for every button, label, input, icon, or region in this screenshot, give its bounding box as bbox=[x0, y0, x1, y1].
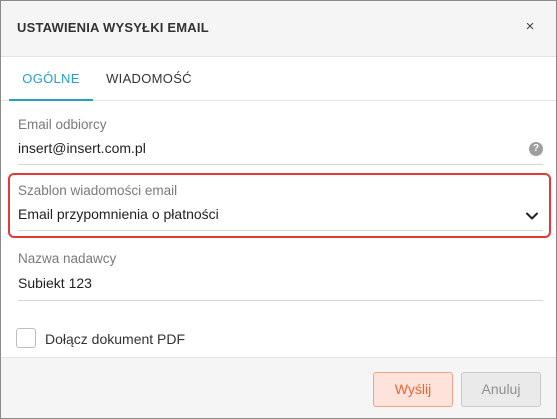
dialog-footer: Wyślij Anuluj bbox=[1, 357, 556, 418]
recipient-email-field[interactable]: Email odbiorcy insert@insert.com.pl ? bbox=[18, 117, 543, 165]
email-settings-dialog: USTAWIENIA WYSYŁKI EMAIL × OGÓLNE WIADOM… bbox=[0, 0, 557, 419]
recipient-email-label: Email odbiorcy bbox=[18, 117, 107, 132]
sender-name-field[interactable]: Nazwa nadawcy Subiekt 123 bbox=[18, 251, 543, 301]
recipient-email-underline bbox=[18, 164, 543, 165]
template-select-field[interactable]: Szablon wiadomości email Email przypomni… bbox=[18, 183, 543, 233]
dialog-title: USTAWIENIA WYSYŁKI EMAIL bbox=[17, 20, 209, 35]
dialog-header: USTAWIENIA WYSYŁKI EMAIL × bbox=[1, 1, 556, 57]
template-select-label: Szablon wiadomości email bbox=[18, 183, 178, 198]
recipient-email-input[interactable]: insert@insert.com.pl bbox=[18, 140, 146, 156]
chevron-down-icon[interactable] bbox=[525, 209, 539, 223]
tab-message[interactable]: WIADOMOŚĆ bbox=[97, 57, 201, 101]
sender-name-label: Nazwa nadawcy bbox=[18, 251, 117, 266]
sender-name-underline bbox=[18, 300, 543, 301]
close-icon[interactable]: × bbox=[520, 17, 540, 37]
help-icon[interactable]: ? bbox=[529, 142, 543, 156]
template-select-value[interactable]: Email przypomnienia o płatności bbox=[18, 206, 219, 222]
cancel-button[interactable]: Anuluj bbox=[461, 372, 541, 407]
tab-general[interactable]: OGÓLNE bbox=[9, 57, 93, 101]
attach-pdf-label[interactable]: Dołącz dokument PDF bbox=[45, 331, 185, 347]
tab-bar: OGÓLNE WIADOMOŚĆ bbox=[1, 57, 556, 101]
send-button[interactable]: Wyślij bbox=[373, 372, 453, 407]
sender-name-input[interactable]: Subiekt 123 bbox=[18, 275, 92, 291]
template-select-underline bbox=[18, 230, 543, 231]
attach-pdf-checkbox[interactable] bbox=[16, 328, 36, 348]
